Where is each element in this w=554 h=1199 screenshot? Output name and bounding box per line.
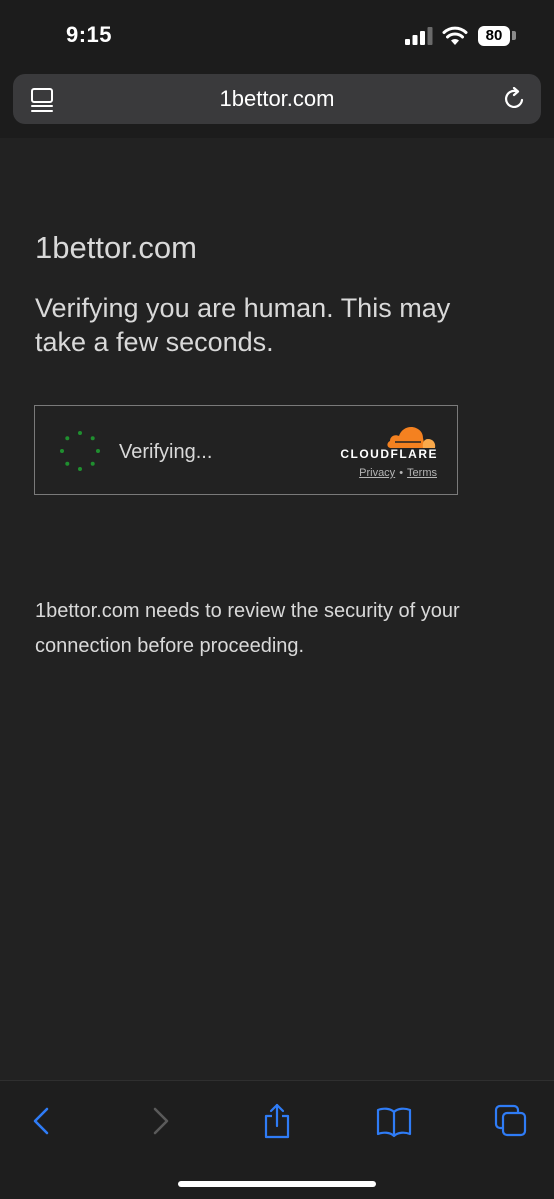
status-bar: 9:15 80 <box>0 0 554 70</box>
cellular-signal-icon <box>405 27 433 45</box>
cloudflare-links: Privacy • Terms <box>315 467 437 479</box>
verifying-status: Verifying... <box>119 441 213 463</box>
loading-spinner-icon <box>60 431 100 471</box>
share-icon[interactable] <box>259 1103 295 1139</box>
wifi-icon <box>442 26 468 45</box>
back-chevron-icon[interactable] <box>23 1103 59 1139</box>
forward-chevron-icon[interactable] <box>143 1103 179 1139</box>
reload-icon[interactable] <box>503 87 527 111</box>
browser-page: 9:15 80 1bettor.com 1bettor.com Verifyin… <box>0 0 554 1199</box>
links-separator: • <box>399 467 404 479</box>
verify-heading: Verifying you are human. This may take a… <box>35 293 451 357</box>
privacy-link[interactable]: Privacy <box>359 467 395 479</box>
url-text[interactable]: 1bettor.com <box>13 74 541 124</box>
cloudflare-wordmark: CLOUDFLARE <box>340 447 438 461</box>
cloudflare-cloud-icon <box>387 426 436 448</box>
terms-link[interactable]: Terms <box>407 467 437 479</box>
status-time: 9:15 <box>66 22 113 47</box>
cloudflare-verification-widget[interactable]: Verifying... CLOUDFLARE Privacy • Terms <box>34 405 458 495</box>
address-bar[interactable]: 1bettor.com <box>13 74 541 124</box>
tabs-icon[interactable] <box>493 1103 529 1139</box>
security-review-text: 1bettor.com needs to review the security… <box>35 600 460 657</box>
battery-cap <box>512 31 516 40</box>
bookmarks-icon[interactable] <box>376 1103 412 1139</box>
home-indicator <box>178 1181 376 1187</box>
address-bar-container: 1bettor.com <box>0 70 554 138</box>
battery-indicator: 80 <box>478 26 510 46</box>
site-title: 1bettor.com <box>35 230 197 265</box>
